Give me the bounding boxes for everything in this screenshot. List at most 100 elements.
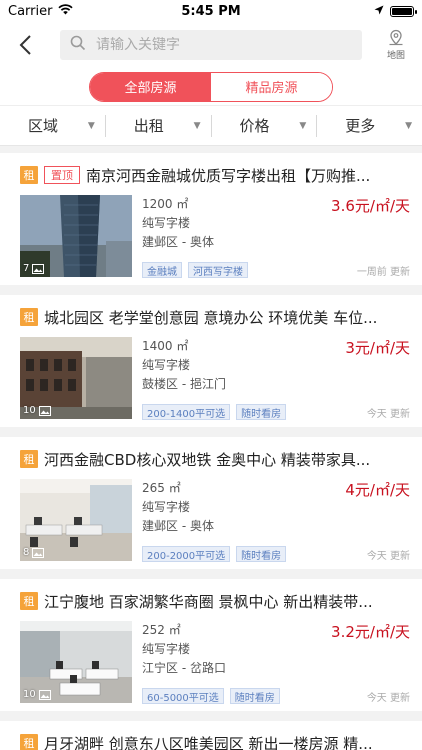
filter-label: 出租 [133,117,164,135]
listing-body: 8 265 ㎡ 纯写字楼 建邺区 - 奥体 4元/㎡/天 200-2000平可选… [20,479,410,562]
image-icon [38,689,51,700]
filter-label: 价格 [239,117,270,135]
status-bar: Carrier 5:45 PM [0,0,422,22]
listing-price: 4元/㎡/天 [345,481,410,499]
photo-count-value: 10 [23,405,36,416]
feature-chip: 200-1400平可选 [142,404,231,420]
filter-price[interactable]: 价格 ▼ [212,114,318,137]
listing-title-row: 租 城北园区 老学堂创意园 意境办公 环境优美 车位... [20,307,410,327]
caret-down-icon: ▼ [299,120,307,131]
pinned-tag: 置顶 [44,166,80,184]
feature-chip: 随时看房 [236,546,287,562]
feature-chip: 随时看房 [236,404,287,420]
search-input[interactable] [96,37,352,53]
listing-card[interactable]: 租 月牙湖畔 创意东八区唯美园区 新出一楼房源 精... [0,721,422,750]
filter-label: 区域 [28,117,59,135]
segmented-control: 全部房源 精品房源 [89,71,333,102]
chevron-left-icon [19,35,31,55]
search-box[interactable] [60,30,362,60]
listing-title-row: 租 月牙湖畔 创意东八区唯美园区 新出一楼房源 精... [20,733,410,750]
battery-icon [390,5,417,17]
listing-title-row: 租 河西金融CBD核心双地铁 金奥中心 精装带家具... [20,449,410,469]
listing-district: 建邺区 - 奥体 [142,519,214,533]
listing-card[interactable]: 租 河西金融CBD核心双地铁 金奥中心 精装带家具... 8 265 ㎡ 纯写字… [0,437,422,569]
feature-chip: 60-5000平可选 [142,688,224,704]
filter-more[interactable]: 更多 ▼ [317,115,422,137]
search-icon [70,35,86,55]
listing-title: 月牙湖畔 创意东八区唯美园区 新出一楼房源 精... [44,734,373,750]
listing-type: 纯写字楼 [142,500,191,514]
map-button[interactable]: 地图 [380,29,412,61]
listing-photo[interactable]: 10 [20,621,132,703]
listing-updated: 今天 更新 [366,408,410,420]
listing-updated: 一周前 更新 [356,266,410,278]
carrier-label: Carrier [8,3,53,19]
photo-count: 8 [23,547,45,558]
image-icon [32,263,45,274]
caret-down-icon: ▼ [87,120,95,131]
wifi-icon [58,3,74,19]
listing-tags: 200-2000平可选 随时看房 今天 更新 [142,546,410,562]
rent-tag: 租 [20,734,38,750]
rent-tag: 租 [20,592,38,610]
listing-price: 3.6元/㎡/天 [331,197,410,215]
app-screen: Carrier 5:45 PM 地图 [0,0,422,750]
listing-info: 252 ㎡ 纯写字楼 江宁区 - 岔路口 3.2元/㎡/天 60-5000平可选… [132,621,410,704]
filter-rent[interactable]: 出租 ▼ [106,114,212,137]
listing-district: 江宁区 - 岔路口 [142,661,226,675]
status-left: Carrier [8,3,74,19]
filter-area[interactable]: 区域 ▼ [0,114,106,137]
listing-tags: 200-1400平可选 随时看房 今天 更新 [142,404,410,420]
segment-bar: 全部房源 精品房源 [0,68,422,106]
feature-chip: 200-2000平可选 [142,546,231,562]
listing-body: 10 252 ㎡ 纯写字楼 江宁区 - 岔路口 3.2元/㎡/天 60-5000… [20,621,410,704]
listing-photo[interactable]: 7 [20,195,132,277]
back-button[interactable] [10,30,40,60]
listing-title: 河西金融CBD核心双地铁 金奥中心 精装带家具... [44,450,371,469]
status-right [374,4,417,19]
listing-info: 1200 ㎡ 纯写字楼 建邺区 - 奥体 3.6元/㎡/天 金融城 河西写字楼 … [132,195,410,278]
listing-district: 鼓楼区 - 挹江门 [142,377,226,391]
listing-title: 南京河西金融城优质写字楼出租【万购推... [86,166,371,185]
photo-count-value: 10 [23,689,36,700]
listing-title-row: 租 江宁腹地 百家湖繁华商圈 景枫中心 新出精装带... [20,591,410,611]
feature-chip: 金融城 [142,262,182,278]
listing-info: 1400 ㎡ 纯写字楼 鼓楼区 - 挹江门 3元/㎡/天 200-1400平可选… [132,337,410,420]
photo-count: 10 [23,689,51,700]
listing-photo[interactable]: 8 [20,479,132,561]
image-icon [32,547,45,558]
listing-tags: 金融城 河西写字楼 一周前 更新 [142,262,410,278]
nav-bar: 地图 [0,22,422,68]
listing-body: 7 1200 ㎡ 纯写字楼 建邺区 - 奥体 3.6元/㎡/天 金融城 河西写字… [20,195,410,278]
tab-premium-listings[interactable]: 精品房源 [211,72,332,101]
tab-all-listings[interactable]: 全部房源 [90,72,211,101]
photo-count: 10 [23,405,51,416]
listing-updated: 今天 更新 [366,550,410,562]
listing-card[interactable]: 租 江宁腹地 百家湖繁华商圈 景枫中心 新出精装带... 10 252 ㎡ 纯写… [0,579,422,711]
listing-title: 城北园区 老学堂创意园 意境办公 环境优美 车位... [44,308,378,327]
listing-type: 纯写字楼 [142,216,191,230]
listing-title-row: 租 置顶 南京河西金融城优质写字楼出租【万购推... [20,165,410,185]
listing-type: 纯写字楼 [142,358,191,372]
listing-info: 265 ㎡ 纯写字楼 建邺区 - 奥体 4元/㎡/天 200-2000平可选 随… [132,479,410,562]
image-icon [38,405,51,416]
rent-tag: 租 [20,166,38,184]
listing-type: 纯写字楼 [142,642,191,656]
photo-count-value: 7 [23,263,30,274]
photo-count: 7 [23,263,45,274]
feature-chip: 河西写字楼 [188,262,248,278]
listing-price: 3元/㎡/天 [345,339,410,357]
photo-count-value: 8 [23,547,30,558]
listing-price: 3.2元/㎡/天 [331,623,410,641]
listing-card[interactable]: 租 城北园区 老学堂创意园 意境办公 环境优美 车位... 10 1400 ㎡ … [0,295,422,427]
listing-tags: 60-5000平可选 随时看房 今天 更新 [142,688,410,704]
map-pin-icon [389,29,403,46]
map-label: 地图 [386,51,405,61]
listing-list: 租 置顶 南京河西金融城优质写字楼出租【万购推... 7 1200 ㎡ 纯写字楼… [0,146,422,750]
filter-label: 更多 [345,117,376,135]
listing-photo[interactable]: 10 [20,337,132,419]
caret-down-icon: ▼ [405,120,412,131]
listing-card[interactable]: 租 置顶 南京河西金融城优质写字楼出租【万购推... 7 1200 ㎡ 纯写字楼… [0,153,422,285]
filter-bar: 区域 ▼ 出租 ▼ 价格 ▼ 更多 ▼ [0,106,422,146]
rent-tag: 租 [20,450,38,468]
